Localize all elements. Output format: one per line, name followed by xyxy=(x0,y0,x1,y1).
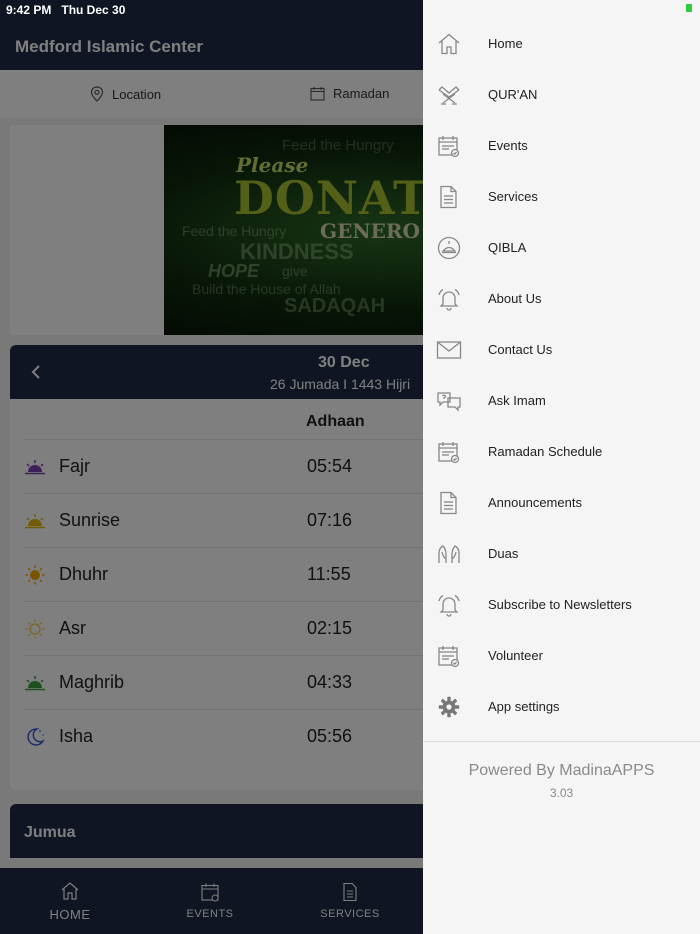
drawer-item-label: Ask Imam xyxy=(488,393,546,408)
drawer-item-label: Subscribe to Newsletters xyxy=(488,597,632,612)
drawer-item-label: QUR'AN xyxy=(488,87,538,102)
drawer-item-label: Announcements xyxy=(488,495,582,510)
navigation-drawer: Home QUR'AN Events Services QIBLA About … xyxy=(423,0,700,934)
drawer-item-announcements[interactable]: Announcements xyxy=(423,477,700,528)
drawer-item-home[interactable]: Home xyxy=(423,18,700,69)
document-icon xyxy=(436,184,462,210)
chat-question-icon xyxy=(436,388,462,414)
drawer-item-about-us[interactable]: About Us xyxy=(423,273,700,324)
drawer-item-app-settings[interactable]: App settings xyxy=(423,681,700,732)
drawer-item-subscribe-newsletters[interactable]: Subscribe to Newsletters xyxy=(423,579,700,630)
app-version: 3.03 xyxy=(549,786,574,800)
drawer-divider xyxy=(423,741,700,742)
drawer-item-events[interactable]: Events xyxy=(423,120,700,171)
quran-icon xyxy=(436,82,462,108)
drawer-item-label: Home xyxy=(488,36,523,51)
status-bar: 9:42 PM Thu Dec 30 xyxy=(0,0,700,20)
drawer-item-volunteer[interactable]: Volunteer xyxy=(423,630,700,681)
drawer-item-duas[interactable]: Duas xyxy=(423,528,700,579)
powered-by-text: Powered By MadinaAPPS xyxy=(468,762,655,779)
drawer-item-qibla[interactable]: QIBLA xyxy=(423,222,700,273)
document-icon xyxy=(436,490,462,516)
drawer-item-ask-imam[interactable]: Ask Imam xyxy=(423,375,700,426)
status-indicators xyxy=(686,4,692,12)
status-date: Thu Dec 30 xyxy=(61,3,126,17)
drawer-item-contact-us[interactable]: Contact Us xyxy=(423,324,700,375)
status-time: 9:42 PM xyxy=(6,3,52,17)
drawer-item-ramadan-schedule[interactable]: Ramadan Schedule xyxy=(423,426,700,477)
drawer-item-services[interactable]: Services xyxy=(423,171,700,222)
praying-hands-icon xyxy=(436,541,462,567)
gear-icon xyxy=(436,694,462,720)
drawer-menu: Home QUR'AN Events Services QIBLA About … xyxy=(423,18,700,732)
drawer-item-label: Duas xyxy=(488,546,519,561)
envelope-icon xyxy=(436,337,462,363)
calendar-icon xyxy=(436,643,462,669)
bell-icon xyxy=(436,286,462,312)
drawer-item-label: Contact Us xyxy=(488,342,553,357)
calendar-icon xyxy=(436,439,462,465)
drawer-item-label: QIBLA xyxy=(488,240,527,255)
drawer-item-label: Events xyxy=(488,138,528,153)
drawer-item-label: Volunteer xyxy=(488,648,543,663)
drawer-item-label: Ramadan Schedule xyxy=(488,444,603,459)
home-icon xyxy=(436,31,462,57)
drawer-item-label: App settings xyxy=(488,699,560,714)
bell-icon xyxy=(436,592,462,618)
drawer-item-label: Services xyxy=(488,189,538,204)
drawer-item-quran[interactable]: QUR'AN xyxy=(423,69,700,120)
qibla-icon xyxy=(436,235,462,261)
calendar-icon xyxy=(436,133,462,159)
drawer-item-label: About Us xyxy=(488,291,542,306)
battery-icon xyxy=(686,4,692,12)
